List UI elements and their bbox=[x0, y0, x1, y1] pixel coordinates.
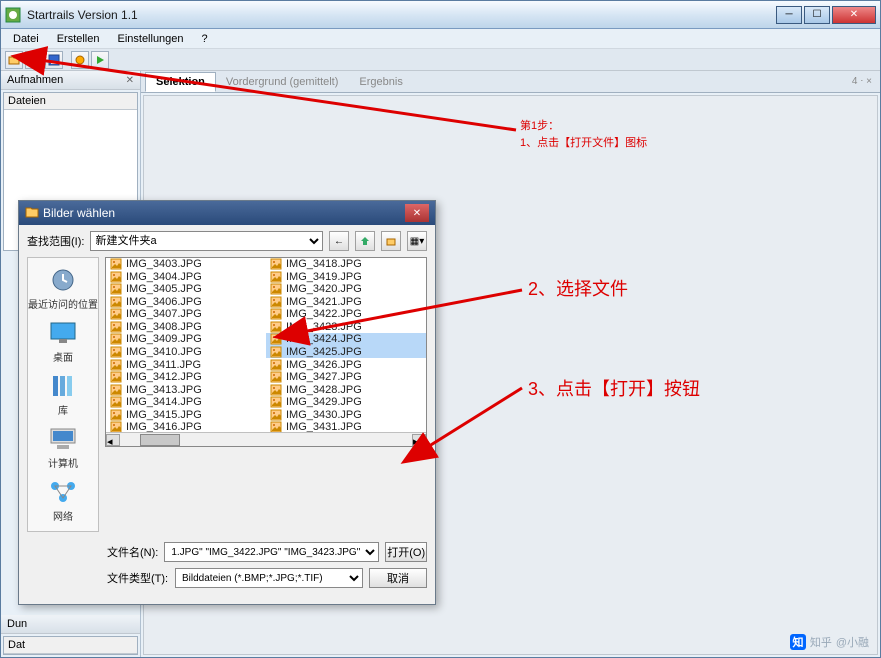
place-desktop[interactable]: 桌面 bbox=[47, 319, 79, 364]
annotation-step1: 第1步： 1、点击【打开文件】图标 bbox=[520, 118, 647, 151]
file-list[interactable]: IMG_3403.JPGIMG_3404.JPGIMG_3405.JPGIMG_… bbox=[105, 257, 427, 447]
place-recent[interactable]: 最近访问的位置 bbox=[28, 266, 98, 311]
place-libraries[interactable]: 库 bbox=[47, 372, 79, 417]
aufnahmen-label: Aufnahmen bbox=[7, 74, 63, 86]
cancel-button[interactable]: 取消 bbox=[369, 568, 427, 588]
menu-datei[interactable]: Datei bbox=[5, 31, 47, 47]
titlebar: Startrails Version 1.1 ─ ☐ ✕ bbox=[1, 1, 880, 29]
scroll-left-button[interactable]: ◂ bbox=[106, 434, 120, 446]
dat-box: Dat bbox=[3, 636, 138, 655]
file-hscrollbar[interactable]: ◂ ▸ bbox=[106, 432, 426, 446]
dialog-titlebar: Bilder wählen ✕ bbox=[19, 201, 435, 225]
file-item[interactable]: IMG_3410.JPG bbox=[106, 346, 266, 359]
file-item[interactable]: IMG_3424.JPG bbox=[266, 333, 426, 346]
file-item[interactable]: IMG_3406.JPG bbox=[106, 296, 266, 309]
scroll-right-button[interactable]: ▸ bbox=[412, 434, 426, 446]
file-item[interactable]: IMG_3419.JPG bbox=[266, 271, 426, 284]
filename-input[interactable]: 1.JPG" "IMG_3422.JPG" "IMG_3423.JPG" bbox=[164, 542, 379, 562]
dat-label: Dat bbox=[4, 637, 137, 654]
menu-help[interactable]: ? bbox=[194, 31, 216, 47]
tab-selektion[interactable]: Selektion bbox=[145, 72, 216, 92]
tabs-right-marker[interactable]: 4 ⋅ × bbox=[852, 76, 876, 87]
file-item[interactable]: IMG_3411.JPG bbox=[106, 358, 266, 371]
back-button[interactable]: ← bbox=[329, 231, 349, 251]
annotation-step3: 3、点击【打开】按钮 bbox=[528, 376, 700, 403]
open-file-button[interactable] bbox=[5, 51, 23, 69]
dun-label: Dun bbox=[7, 618, 27, 630]
process-button[interactable] bbox=[71, 51, 89, 69]
file-item[interactable]: IMG_3430.JPG bbox=[266, 408, 426, 421]
minimize-button[interactable]: ─ bbox=[776, 6, 802, 24]
app-icon bbox=[5, 7, 21, 23]
dialog-title: Bilder wählen bbox=[43, 206, 405, 220]
scroll-thumb[interactable] bbox=[140, 434, 180, 446]
file-item[interactable]: IMG_3414.JPG bbox=[106, 396, 266, 409]
watermark-author: @小融 bbox=[836, 634, 869, 650]
file-dialog: Bilder wählen ✕ 查找范围(I): 新建文件夹a ← ▦▾ 最近访… bbox=[18, 200, 436, 605]
file-item[interactable]: IMG_3422.JPG bbox=[266, 308, 426, 321]
dun-header: Dun bbox=[1, 615, 140, 634]
tab-ergebnis[interactable]: Ergebnis bbox=[349, 73, 413, 91]
file-item[interactable]: IMG_3405.JPG bbox=[106, 283, 266, 296]
window-controls: ─ ☐ ✕ bbox=[774, 6, 876, 24]
file-item[interactable]: IMG_3415.JPG bbox=[106, 408, 266, 421]
dialog-bottom: 文件名(N): 1.JPG" "IMG_3422.JPG" "IMG_3423.… bbox=[19, 538, 435, 604]
panel-aufnahmen-header: Aufnahmen ✕ bbox=[1, 71, 140, 90]
panel-close-icon[interactable]: ✕ bbox=[126, 75, 134, 86]
file-item[interactable]: IMG_3412.JPG bbox=[106, 371, 266, 384]
dialog-body: 最近访问的位置 桌面 库 计算机 网络 IMG_3403.JPGIMG_3404… bbox=[19, 257, 435, 538]
watermark: 知 知乎 @小融 bbox=[790, 634, 869, 650]
file-item[interactable]: IMG_3403.JPG bbox=[106, 258, 266, 271]
lookin-row: 查找范围(I): 新建文件夹a ← ▦▾ bbox=[19, 225, 435, 257]
viewmenu-button[interactable]: ▦▾ bbox=[407, 231, 427, 251]
dialog-close-button[interactable]: ✕ bbox=[405, 204, 429, 222]
file-item[interactable]: IMG_3407.JPG bbox=[106, 308, 266, 321]
places-bar: 最近访问的位置 桌面 库 计算机 网络 bbox=[27, 257, 99, 532]
open-dark-button[interactable] bbox=[25, 51, 43, 69]
toolbar bbox=[1, 49, 880, 71]
window-title: Startrails Version 1.1 bbox=[27, 8, 774, 22]
file-item[interactable]: IMG_3421.JPG bbox=[266, 296, 426, 309]
file-item[interactable]: IMG_3413.JPG bbox=[106, 383, 266, 396]
svg-text:知: 知 bbox=[791, 635, 803, 649]
filetype-label: 文件类型(T): bbox=[107, 570, 169, 586]
menu-einstellungen[interactable]: Einstellungen bbox=[109, 31, 191, 47]
play-button[interactable] bbox=[91, 51, 109, 69]
maximize-button[interactable]: ☐ bbox=[804, 6, 830, 24]
tab-vordergrund[interactable]: Vordergrund (gemittelt) bbox=[216, 73, 350, 91]
newfolder-button[interactable] bbox=[381, 231, 401, 251]
file-item[interactable]: IMG_3420.JPG bbox=[266, 283, 426, 296]
lookin-label: 查找范围(I): bbox=[27, 233, 84, 249]
close-button[interactable]: ✕ bbox=[832, 6, 876, 24]
folder-icon bbox=[25, 205, 39, 222]
file-item[interactable]: IMG_3409.JPG bbox=[106, 333, 266, 346]
menu-erstellen[interactable]: Erstellen bbox=[49, 31, 108, 47]
file-item[interactable]: IMG_3425.JPG bbox=[266, 346, 426, 359]
save-button[interactable] bbox=[45, 51, 63, 69]
place-network[interactable]: 网络 bbox=[47, 478, 79, 523]
watermark-brand: 知乎 bbox=[810, 634, 832, 650]
file-item[interactable]: IMG_3427.JPG bbox=[266, 371, 426, 384]
filename-label: 文件名(N): bbox=[107, 544, 158, 560]
dateien-label: Dateien bbox=[4, 93, 137, 110]
file-item[interactable]: IMG_3423.JPG bbox=[266, 321, 426, 334]
lookin-select[interactable]: 新建文件夹a bbox=[90, 231, 323, 251]
open-button[interactable]: 打开(O) bbox=[385, 542, 427, 562]
file-item[interactable]: IMG_3408.JPG bbox=[106, 321, 266, 334]
up-button[interactable] bbox=[355, 231, 375, 251]
file-item[interactable]: IMG_3418.JPG bbox=[266, 258, 426, 271]
file-item[interactable]: IMG_3429.JPG bbox=[266, 396, 426, 409]
filetype-select[interactable]: Bilddateien (*.BMP;*.JPG;*.TIF) bbox=[175, 568, 363, 588]
file-item[interactable]: IMG_3426.JPG bbox=[266, 358, 426, 371]
file-item[interactable]: IMG_3428.JPG bbox=[266, 383, 426, 396]
menubar: Datei Erstellen Einstellungen ? bbox=[1, 29, 880, 49]
tabs: Selektion Vordergrund (gemittelt) Ergebn… bbox=[141, 71, 880, 93]
annotation-step2: 2、选择文件 bbox=[528, 276, 628, 303]
place-computer[interactable]: 计算机 bbox=[47, 425, 79, 470]
file-item[interactable]: IMG_3404.JPG bbox=[106, 271, 266, 284]
